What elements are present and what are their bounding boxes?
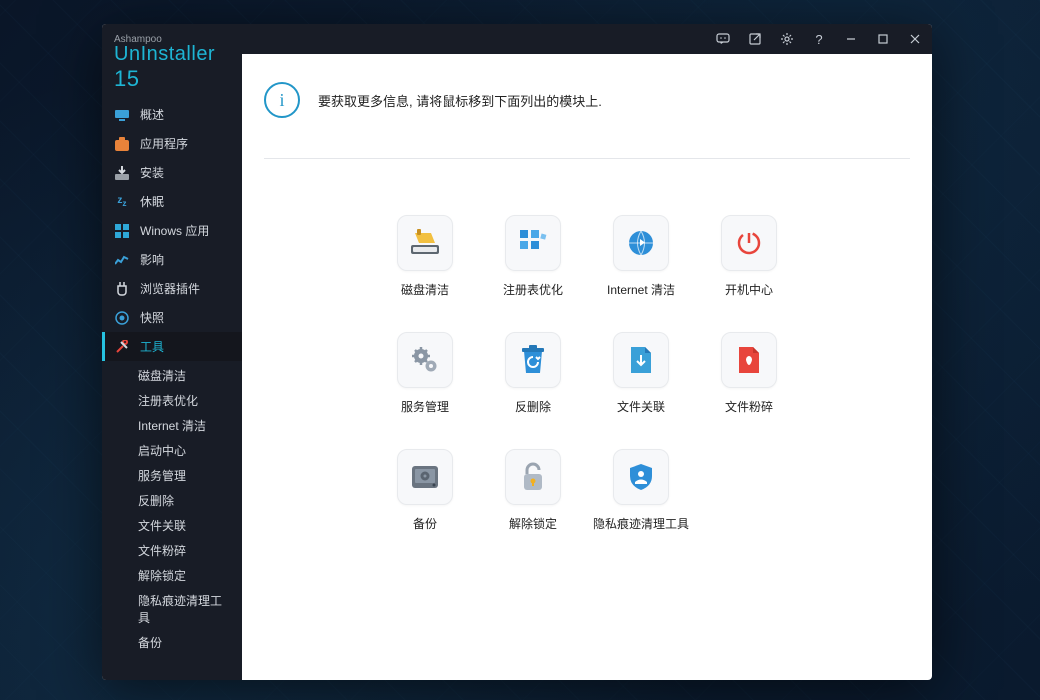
- sleep-icon: zz: [114, 194, 130, 210]
- registry-icon: [505, 215, 561, 271]
- nav-apps[interactable]: 应用程序: [102, 129, 242, 158]
- subnav-service-mgmt[interactable]: 服务管理: [102, 463, 242, 488]
- subnav-file-assoc[interactable]: 文件关联: [102, 513, 242, 538]
- tool-file-assoc[interactable]: 文件关联: [587, 332, 695, 415]
- subnav-boot-center[interactable]: 启动中心: [102, 438, 242, 463]
- privacy-icon: [613, 449, 669, 505]
- tool-shred[interactable]: 文件粉碎: [695, 332, 803, 415]
- nav-install[interactable]: 安装: [102, 158, 242, 187]
- tool-internet-clean[interactable]: Internet 清洁: [587, 215, 695, 298]
- main-panel: i 要获取更多信息, 请将鼠标移到下面列出的模块上. 磁盘清洁 注册表优化: [242, 54, 932, 680]
- nav-label: 应用程序: [140, 135, 188, 152]
- tool-label: 注册表优化: [503, 281, 563, 298]
- share-icon[interactable]: [740, 24, 770, 54]
- file-assoc-icon: [613, 332, 669, 388]
- impact-icon: [114, 252, 130, 268]
- titlebar: ?: [242, 24, 932, 54]
- content-area: ? i 要获取更多信息, 请将鼠标移到下面列出的模块上.: [242, 24, 932, 680]
- tool-disk-clean[interactable]: 磁盘清洁: [371, 215, 479, 298]
- install-icon: [114, 165, 130, 181]
- tool-label: 文件关联: [617, 398, 665, 415]
- subnav-backup[interactable]: 备份: [102, 630, 242, 655]
- power-icon: [721, 215, 777, 271]
- tool-label: Internet 清洁: [607, 281, 675, 298]
- subnav-undelete[interactable]: 反删除: [102, 488, 242, 513]
- snapshot-icon: [114, 310, 130, 326]
- subnav-disk-clean[interactable]: 磁盘清洁: [102, 363, 242, 388]
- subnav-unlock[interactable]: 解除锁定: [102, 563, 242, 588]
- info-row: i 要获取更多信息, 请将鼠标移到下面列出的模块上.: [264, 82, 910, 159]
- help-icon[interactable]: ?: [804, 24, 834, 54]
- tool-label: 磁盘清洁: [401, 281, 449, 298]
- tool-label: 解除锁定: [509, 515, 557, 532]
- subnav-internet-clean[interactable]: Internet 清洁: [102, 413, 242, 438]
- tools-grid: 磁盘清洁 注册表优化 Internet 清洁: [264, 215, 910, 532]
- app-window: Ashampoo UnInstaller 15 概述 应用程序: [102, 24, 932, 680]
- nav-label: 快照: [140, 309, 164, 326]
- nav-label: 概述: [140, 106, 164, 123]
- nav-label: 休眠: [140, 193, 164, 210]
- tools-icon: [114, 339, 130, 355]
- nav-overview[interactable]: 概述: [102, 100, 242, 129]
- tool-label: 开机中心: [725, 281, 773, 298]
- nav-sleep[interactable]: zz 休眠: [102, 187, 242, 216]
- windows-icon: [114, 223, 130, 239]
- nav-label: 工具: [140, 338, 164, 355]
- nav-snapshot[interactable]: 快照: [102, 303, 242, 332]
- tool-privacy[interactable]: 隐私痕迹清理工具: [587, 449, 695, 532]
- tool-label: 备份: [413, 515, 437, 532]
- nav-label: 浏览器插件: [140, 280, 200, 297]
- nav-label: 影响: [140, 251, 164, 268]
- nav-tools[interactable]: 工具: [102, 332, 242, 361]
- minimize-button[interactable]: [836, 24, 866, 54]
- nav-impact[interactable]: 影响: [102, 245, 242, 274]
- subnav-shred[interactable]: 文件粉碎: [102, 538, 242, 563]
- undelete-icon: [505, 332, 561, 388]
- service-icon: [397, 332, 453, 388]
- tool-label: 反删除: [515, 398, 551, 415]
- tool-label: 隐私痕迹清理工具: [593, 515, 689, 532]
- nav-windows-apps[interactable]: Winows 应用: [102, 216, 242, 245]
- monitor-icon: [114, 107, 130, 123]
- subnav-privacy[interactable]: 隐私痕迹清理工具: [102, 588, 242, 630]
- apps-icon: [114, 136, 130, 152]
- info-icon: i: [264, 82, 300, 118]
- disk-clean-icon: [397, 215, 453, 271]
- subnav-registry[interactable]: 注册表优化: [102, 388, 242, 413]
- nav-list: 概述 应用程序 安装 zz 休眠: [102, 98, 242, 363]
- close-button[interactable]: [900, 24, 930, 54]
- internet-icon: [613, 215, 669, 271]
- tool-registry[interactable]: 注册表优化: [479, 215, 587, 298]
- shred-icon: [721, 332, 777, 388]
- tool-service[interactable]: 服务管理: [371, 332, 479, 415]
- tool-label: 文件粉碎: [725, 398, 773, 415]
- tool-undelete[interactable]: 反删除: [479, 332, 587, 415]
- nav-plugins[interactable]: 浏览器插件: [102, 274, 242, 303]
- subnav-list: 磁盘清洁 注册表优化 Internet 清洁 启动中心 服务管理 反删除 文件关…: [102, 363, 242, 655]
- brand: Ashampoo UnInstaller 15: [102, 24, 242, 98]
- nav-label: Winows 应用: [140, 222, 209, 239]
- feedback-icon[interactable]: [708, 24, 738, 54]
- info-text: 要获取更多信息, 请将鼠标移到下面列出的模块上.: [318, 91, 602, 110]
- unlock-icon: [505, 449, 561, 505]
- nav-label: 安装: [140, 164, 164, 181]
- tool-backup[interactable]: 备份: [371, 449, 479, 532]
- brand-version: 15: [114, 66, 139, 91]
- brand-main: UnInstaller 15: [114, 43, 230, 92]
- plugin-icon: [114, 281, 130, 297]
- tool-boot[interactable]: 开机中心: [695, 215, 803, 298]
- sidebar: Ashampoo UnInstaller 15 概述 应用程序: [102, 24, 242, 680]
- brand-name: UnInstaller: [114, 43, 215, 65]
- maximize-button[interactable]: [868, 24, 898, 54]
- tool-unlock[interactable]: 解除锁定: [479, 449, 587, 532]
- tool-label: 服务管理: [401, 398, 449, 415]
- settings-icon[interactable]: [772, 24, 802, 54]
- backup-icon: [397, 449, 453, 505]
